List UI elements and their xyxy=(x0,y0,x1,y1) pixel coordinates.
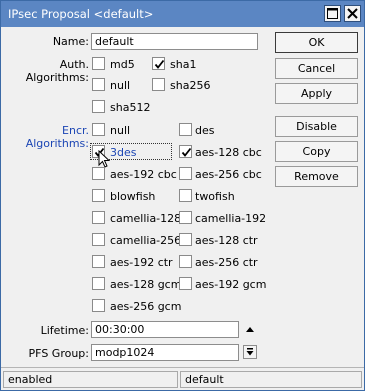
restore-button[interactable] xyxy=(324,5,341,22)
apply-button[interactable]: Apply xyxy=(275,83,358,104)
status-bar: enabled default xyxy=(1,367,364,390)
encr-aes-128-gcm-checkbox[interactable] xyxy=(92,277,105,290)
triangle-up-icon xyxy=(246,327,254,332)
encr-aes-192-gcm-label: aes-192 gcm xyxy=(195,278,267,291)
encr-blowfish-checkbox[interactable] xyxy=(92,189,105,202)
encr-aes-256-gcm-checkbox[interactable] xyxy=(92,299,105,312)
encr-aes-192-cbc-label: aes-192 cbc xyxy=(110,168,177,181)
cancel-button[interactable]: Cancel xyxy=(275,58,358,79)
ipsec-proposal-window: IPsec Proposal <default> Name: default A… xyxy=(0,0,365,391)
window-title: IPsec Proposal <default> xyxy=(8,7,154,21)
status-enabled: enabled xyxy=(3,371,178,388)
encr-aes-192-ctr-checkbox[interactable] xyxy=(92,255,105,268)
title-bar[interactable]: IPsec Proposal <default> xyxy=(1,1,364,27)
encr-camellia-256-label: camellia-256 xyxy=(110,234,182,247)
encr-null-label: null xyxy=(110,124,131,137)
lifetime-collapse-button[interactable] xyxy=(243,322,257,336)
auth-sha512-checkbox[interactable] xyxy=(92,100,105,113)
encr-blowfish-label: blowfish xyxy=(110,190,156,203)
encr-aes-128-ctr-label: aes-128 ctr xyxy=(195,234,258,247)
encr-camellia-128-checkbox[interactable] xyxy=(92,211,105,224)
encr-aes-128-ctr-checkbox[interactable] xyxy=(179,233,192,246)
disable-button[interactable]: Disable xyxy=(275,116,358,137)
encr-aes-128-gcm-label: aes-128 gcm xyxy=(110,278,182,291)
encr-aes-128-cbc-checkbox[interactable] xyxy=(179,145,192,158)
encr-aes-192-gcm-checkbox[interactable] xyxy=(179,277,192,290)
copy-button[interactable]: Copy xyxy=(275,141,358,162)
encr-camellia-192-checkbox[interactable] xyxy=(179,211,192,224)
remove-button[interactable]: Remove xyxy=(275,166,358,187)
encr-aes-128-cbc-label: aes-128 cbc xyxy=(195,146,262,159)
pfs-group-label: PFS Group: xyxy=(28,347,89,360)
checkmark-icon xyxy=(181,147,192,157)
encr-camellia-128-label: camellia-128 xyxy=(110,212,182,225)
encr-twofish-label: twofish xyxy=(195,190,235,203)
pfs-group-select[interactable]: modp1024 xyxy=(91,344,239,361)
auth-null-label: null xyxy=(110,79,131,92)
encr-aes-192-cbc-checkbox[interactable] xyxy=(92,167,105,180)
encr-des-checkbox[interactable] xyxy=(179,123,192,136)
encr-aes-256-cbc-label: aes-256 cbc xyxy=(195,168,262,181)
auth-algorithms-label: Auth. Algorithms: xyxy=(25,58,89,84)
encr-aes-192-ctr-label: aes-192 ctr xyxy=(110,256,173,269)
encr-aes-256-gcm-label: aes-256 gcm xyxy=(110,300,182,313)
auth-sha512-label: sha512 xyxy=(110,101,151,114)
close-icon xyxy=(347,8,358,19)
encr-3des-label: 3des xyxy=(110,146,137,159)
encr-aes-256-ctr-label: aes-256 ctr xyxy=(195,256,258,269)
encr-algorithms-label: Encr. Algorithms: xyxy=(25,124,89,150)
name-field[interactable]: default xyxy=(91,33,258,50)
mouse-cursor-icon xyxy=(98,150,110,168)
close-button[interactable] xyxy=(344,5,361,22)
encr-des-label: des xyxy=(195,124,215,137)
checkmark-icon xyxy=(154,59,165,69)
encr-aes-256-ctr-checkbox[interactable] xyxy=(179,255,192,268)
auth-md5-checkbox[interactable] xyxy=(92,57,105,70)
encr-aes-256-cbc-checkbox[interactable] xyxy=(179,167,192,180)
status-name: default xyxy=(180,371,362,388)
dropdown-arrow-icon xyxy=(246,348,254,356)
encr-null-checkbox[interactable] xyxy=(92,123,105,136)
form-panel: Name: default Auth. Algorithms: md5 sha1… xyxy=(1,27,364,367)
encr-twofish-checkbox[interactable] xyxy=(179,189,192,202)
auth-sha256-checkbox[interactable] xyxy=(152,78,165,91)
encr-camellia-192-label: camellia-192 xyxy=(195,212,267,225)
restore-icon xyxy=(327,8,338,19)
encr-camellia-256-checkbox[interactable] xyxy=(92,233,105,246)
pfs-group-dropdown-button[interactable] xyxy=(243,345,257,359)
auth-sha1-label: sha1 xyxy=(170,58,197,71)
auth-sha1-checkbox[interactable] xyxy=(152,57,165,70)
auth-md5-label: md5 xyxy=(110,58,135,71)
ok-button[interactable]: OK xyxy=(275,32,358,53)
lifetime-label: Lifetime: xyxy=(40,324,89,337)
auth-sha256-label: sha256 xyxy=(170,79,211,92)
lifetime-field[interactable]: 00:30:00 xyxy=(91,321,239,338)
name-label: Name: xyxy=(52,35,89,48)
auth-null-checkbox[interactable] xyxy=(92,78,105,91)
